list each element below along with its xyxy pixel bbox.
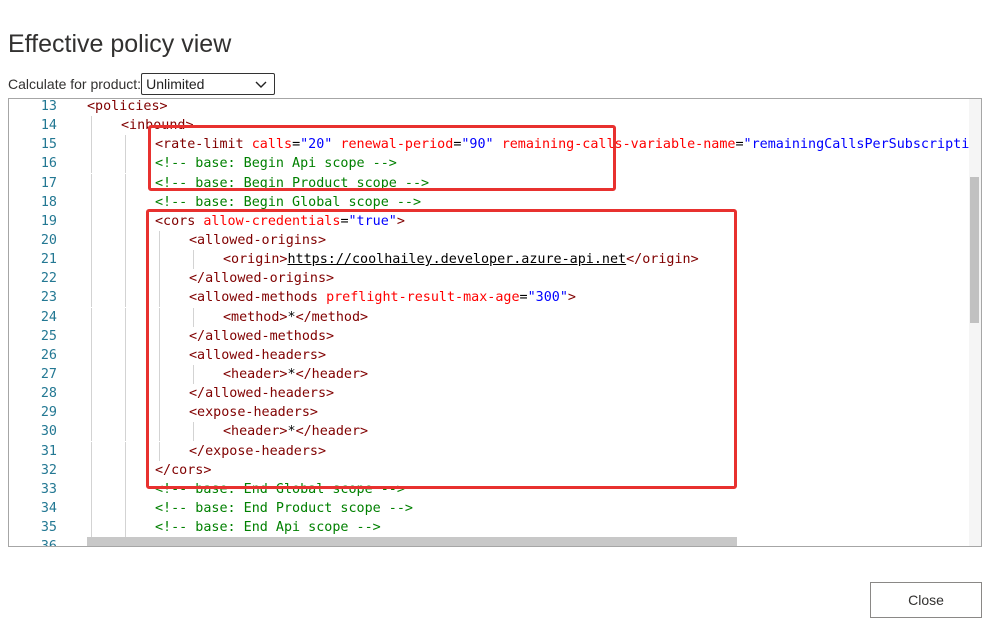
indent-guide [125,135,126,155]
indent-guide [91,269,92,289]
indent-guide [125,211,126,231]
indent-guide [125,403,126,423]
indent-guide [91,403,92,423]
code-text: <!-- base: End Product scope --> [155,499,413,518]
indent-guide [91,384,92,404]
indent-guide [91,116,92,136]
line-number: 35 [40,520,57,536]
line-number: 26 [40,347,57,363]
line-number: 21 [40,252,57,268]
code-line: 34 <!-- base: End Product scope --> [9,498,981,518]
product-selector-row: Calculate for product: Unlimited [8,72,276,96]
indent-guide [125,460,126,480]
line-number: 25 [40,328,57,344]
indent-guide [91,364,92,384]
code-token: <policies> [87,99,168,114]
vertical-scrollbar[interactable] [969,99,981,546]
indent-guide [125,364,126,384]
indent-guide [125,345,126,365]
dialog-title: Effective policy view [8,30,232,58]
line-number: 22 [40,271,57,287]
line-number: 23 [40,290,57,306]
highlight-box-cors [146,209,737,489]
policy-code-editor[interactable]: 13 <policies> 14 <inbound> 15 <rate-limit cal… [8,98,982,547]
line-number: 18 [40,194,57,210]
code-text: <!-- base: End Api scope --> [155,518,381,537]
indent-guide [125,230,126,250]
product-select[interactable]: Unlimited [141,73,276,95]
indent-guide [125,498,126,518]
indent-guide [91,250,92,270]
line-number: 24 [40,309,57,325]
line-number: 30 [40,424,57,440]
indent-guide [91,173,92,193]
close-button[interactable]: Close [870,582,982,618]
indent-guide [91,498,92,518]
indent-guide [91,326,92,346]
indent-guide [91,192,92,212]
line-number: 16 [40,156,57,172]
indent-guide [125,384,126,404]
indent-guide [125,307,126,327]
indent-guide [125,422,126,442]
line-number: 15 [40,137,57,153]
indent-guide [91,441,92,461]
code-line: 35 <!-- base: End Api scope --> [9,518,981,538]
code-token: <!-- base: Begin Global scope --> [155,194,422,210]
line-number: 20 [40,232,57,248]
code-token: = [735,137,744,153]
indent-guide [125,479,126,499]
code-token: "remainingCallsPerSubscription" [743,137,982,153]
code-token: <!-- base: End Api scope --> [155,520,381,536]
product-select-value: Unlimited [146,76,205,92]
line-number: 29 [40,405,57,421]
line-number: 17 [40,175,57,191]
indent-guide [125,250,126,270]
indent-guide [125,288,126,308]
line-number: 14 [40,118,57,134]
indent-guide [91,479,92,499]
indent-guide [125,326,126,346]
horizontal-scrollbar[interactable] [87,537,737,546]
highlight-box-rate-limit [148,125,616,191]
indent-guide [125,441,126,461]
line-number: 33 [40,481,57,497]
chevron-down-icon [255,81,267,88]
indent-guide [125,192,126,212]
line-number: 31 [40,443,57,459]
line-number: 19 [40,213,57,229]
indent-guide [91,288,92,308]
indent-guide [125,269,126,289]
line-number: 28 [40,386,57,402]
indent-guide [91,135,92,155]
scrollbar-thumb[interactable] [970,177,979,323]
indent-guide [125,173,126,193]
line-number: 34 [40,500,57,516]
indent-guide [91,230,92,250]
code-text: <policies> [87,99,168,116]
line-number: 36 [40,539,57,547]
indent-guide [91,422,92,442]
line-number: 32 [40,462,57,478]
indent-guide [91,154,92,174]
indent-guide [125,154,126,174]
line-number: 27 [40,366,57,382]
indent-guide [91,345,92,365]
indent-guide [91,211,92,231]
indent-guide [91,307,92,327]
code-line: 13 <policies> [9,99,981,116]
indent-guide [91,460,92,480]
line-number: 13 [40,99,57,114]
indent-guide [125,518,126,538]
indent-guide [91,518,92,538]
code-token: <!-- base: End Product scope --> [155,500,413,516]
calculate-for-product-label: Calculate for product: [8,76,142,92]
